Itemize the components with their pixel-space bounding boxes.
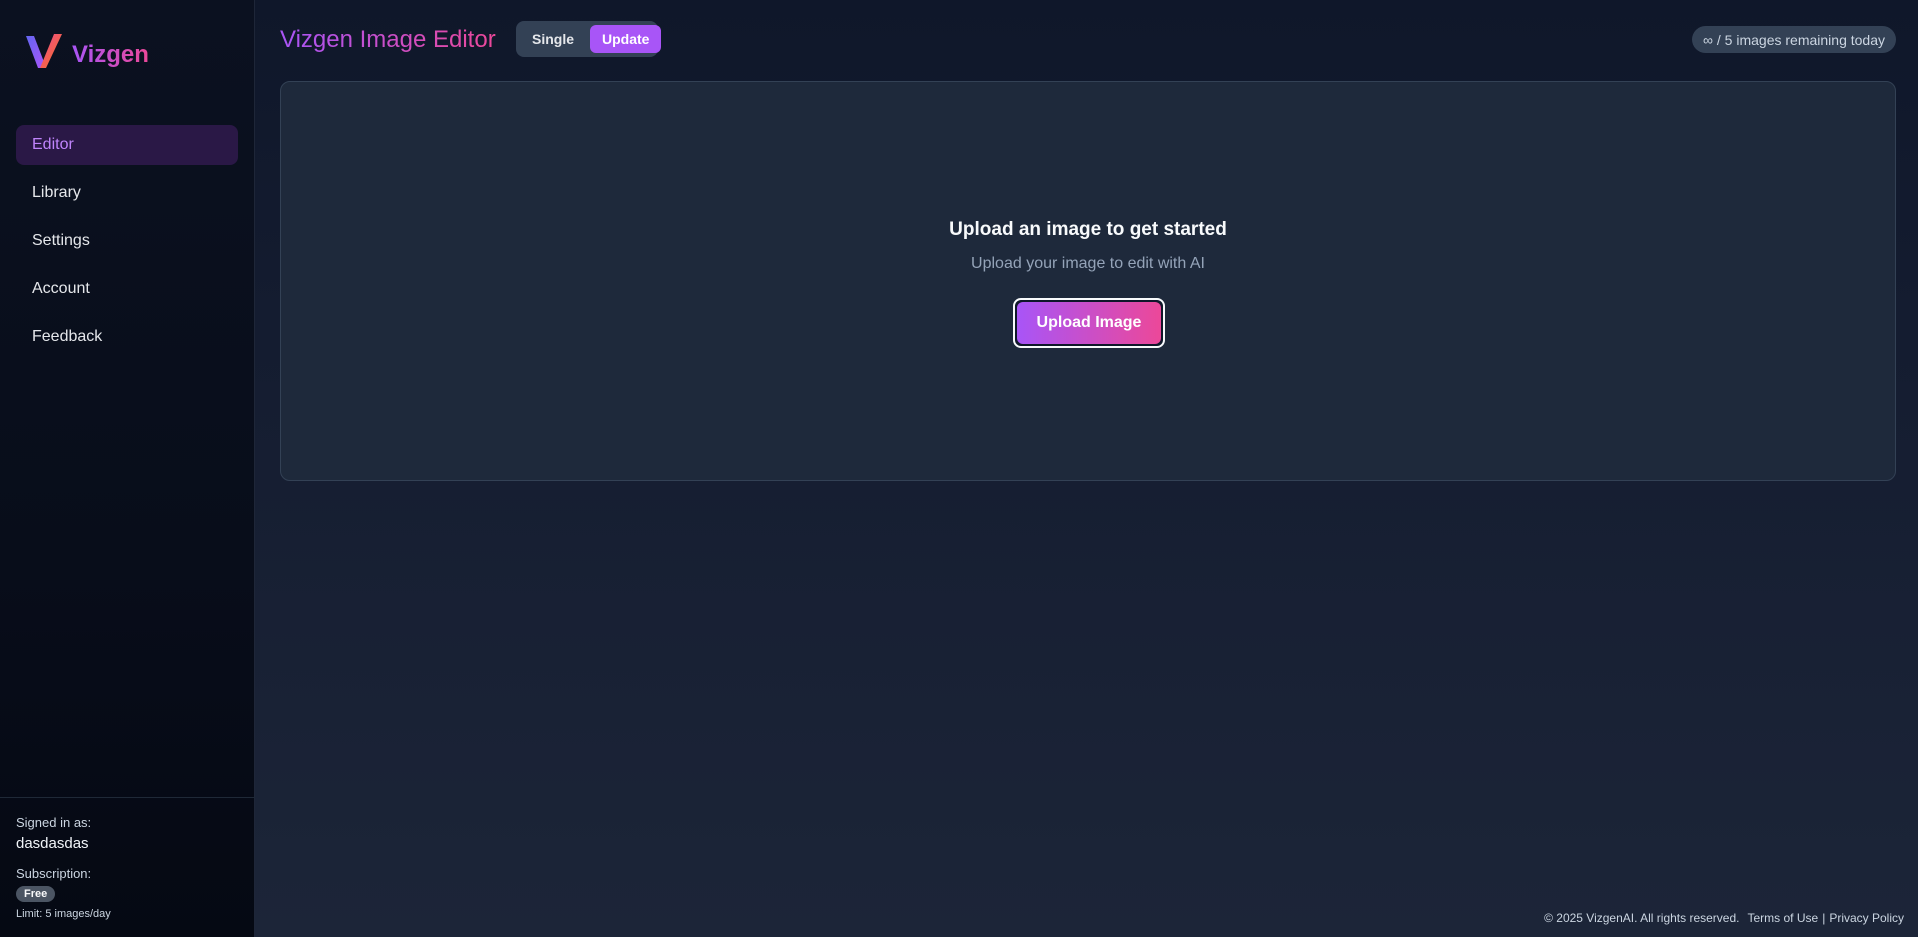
plan-badge: Free: [16, 886, 56, 902]
user-info: Signed in as: dasdasdas Subscription: Fr…: [16, 815, 238, 920]
footer: © 2025 VizgenAI. All rights reserved. Te…: [1544, 911, 1904, 925]
upload-image-button[interactable]: Upload Image: [1013, 298, 1165, 348]
mode-toggle: Single Update: [516, 21, 662, 57]
sidebar-item-feedback[interactable]: Feedback: [16, 317, 238, 357]
subscription-label: Subscription:: [16, 866, 92, 881]
sidebar-item-account[interactable]: Account: [16, 269, 238, 309]
brand-logo[interactable]: Vizgen: [24, 32, 149, 77]
upload-title: Upload an image to get started: [949, 219, 1227, 240]
terms-link[interactable]: Terms of Use: [1748, 911, 1819, 925]
page-title: Vizgen Image Editor: [280, 26, 496, 53]
quota-badge: ∞ / 5 images remaining today: [1692, 26, 1896, 53]
limit-text: Limit: 5 images/day: [16, 908, 111, 920]
signed-in-label: Signed in as:: [16, 815, 92, 830]
username: dasdasdas: [16, 835, 89, 852]
mode-single-button[interactable]: Single: [520, 25, 586, 53]
copyright-text: © 2025 VizgenAI. All rights reserved.: [1544, 911, 1740, 925]
sidebar-nav: Editor Library Settings Account Feedback: [16, 125, 238, 365]
privacy-link[interactable]: Privacy Policy: [1829, 911, 1904, 925]
brand-name: Vizgen: [72, 40, 149, 68]
sidebar-item-editor[interactable]: Editor: [16, 125, 238, 165]
upload-image-button-label: Upload Image: [1017, 302, 1161, 344]
sidebar-divider: [0, 797, 255, 798]
sidebar: Vizgen Editor Library Settings Account F…: [0, 0, 255, 937]
mode-update-button[interactable]: Update: [590, 25, 662, 53]
sidebar-item-settings[interactable]: Settings: [16, 221, 238, 261]
upload-panel: Upload an image to get started Upload yo…: [280, 81, 1896, 481]
sidebar-item-library[interactable]: Library: [16, 173, 238, 213]
upload-subtitle: Upload your image to edit with AI: [971, 255, 1205, 272]
v-logo-icon: [24, 32, 64, 77]
footer-separator: |: [1822, 911, 1826, 925]
